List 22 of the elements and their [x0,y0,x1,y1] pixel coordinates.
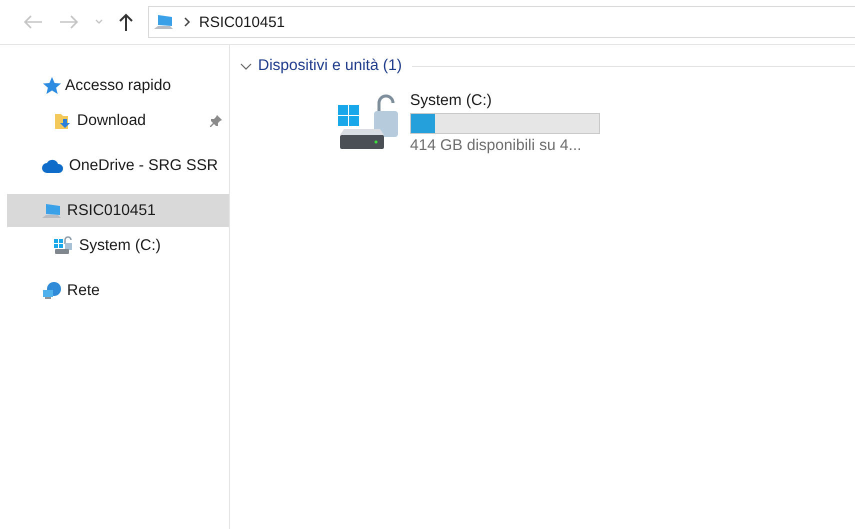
chevron-down-icon [94,18,104,26]
back-arrow-icon [22,14,44,30]
sidebar-item[interactable]: Download [7,104,229,137]
sidebar-item[interactable]: System (C:) [7,229,229,262]
address-bar[interactable]: RSIC010451 [148,6,855,38]
network-icon [41,280,63,300]
drive-icon [53,236,75,256]
sidebar-item[interactable]: Rete [7,274,229,307]
address-path[interactable]: RSIC010451 [199,14,285,30]
drive-name[interactable]: System (C:) [410,92,600,110]
chevron-right-icon [183,17,191,27]
sidebar-item[interactable]: Accesso rapido [7,69,229,102]
sidebar-item[interactable]: RSIC010451 [7,194,229,227]
free-space-text: 414 GB disponibili su 4... [410,137,582,155]
forward-arrow-icon [58,14,80,30]
star-icon [41,76,61,96]
cloud-icon [41,158,65,174]
computer-icon [153,12,175,32]
chevron-icon [240,61,252,71]
up-arrow-icon [118,12,134,32]
group-header[interactable]: Dispositivi e unità (1) [240,57,402,75]
sidebar-item[interactable]: OneDrive - SRG SSR [7,149,229,182]
